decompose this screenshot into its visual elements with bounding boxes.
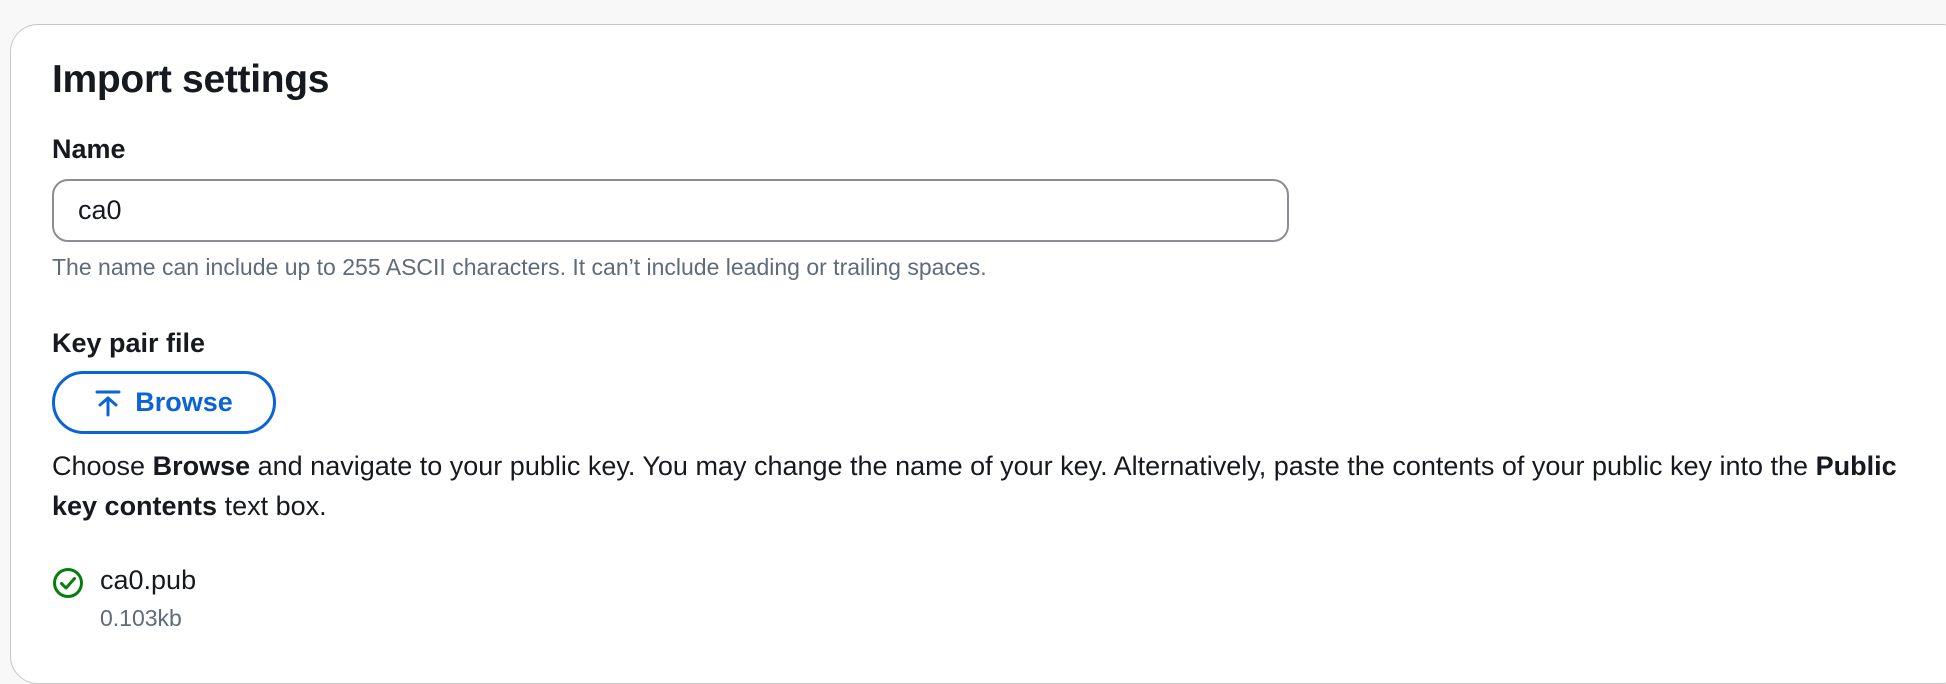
name-hint: The name can include up to 255 ASCII cha… bbox=[52, 254, 987, 280]
key-pair-file-label: Key pair file bbox=[52, 328, 206, 358]
import-settings-panel bbox=[10, 24, 1946, 684]
name-label: Name bbox=[52, 134, 126, 164]
key-pair-description: Choose Browse and navigate to your publi… bbox=[52, 446, 1942, 526]
file-size: 0.103kb bbox=[100, 605, 182, 631]
description-text: Choose bbox=[52, 451, 153, 481]
check-circle-icon bbox=[52, 567, 84, 599]
section-title: Import settings bbox=[52, 58, 330, 101]
name-input[interactable] bbox=[52, 179, 1289, 242]
description-text: and navigate to your public key. You may… bbox=[250, 451, 1816, 481]
upload-icon bbox=[95, 389, 121, 417]
file-name: ca0.pub bbox=[100, 565, 197, 595]
browse-button[interactable]: Browse bbox=[52, 371, 276, 434]
description-text: text box. bbox=[217, 491, 327, 521]
browse-button-label: Browse bbox=[135, 387, 233, 417]
description-bold-browse: Browse bbox=[152, 451, 251, 481]
